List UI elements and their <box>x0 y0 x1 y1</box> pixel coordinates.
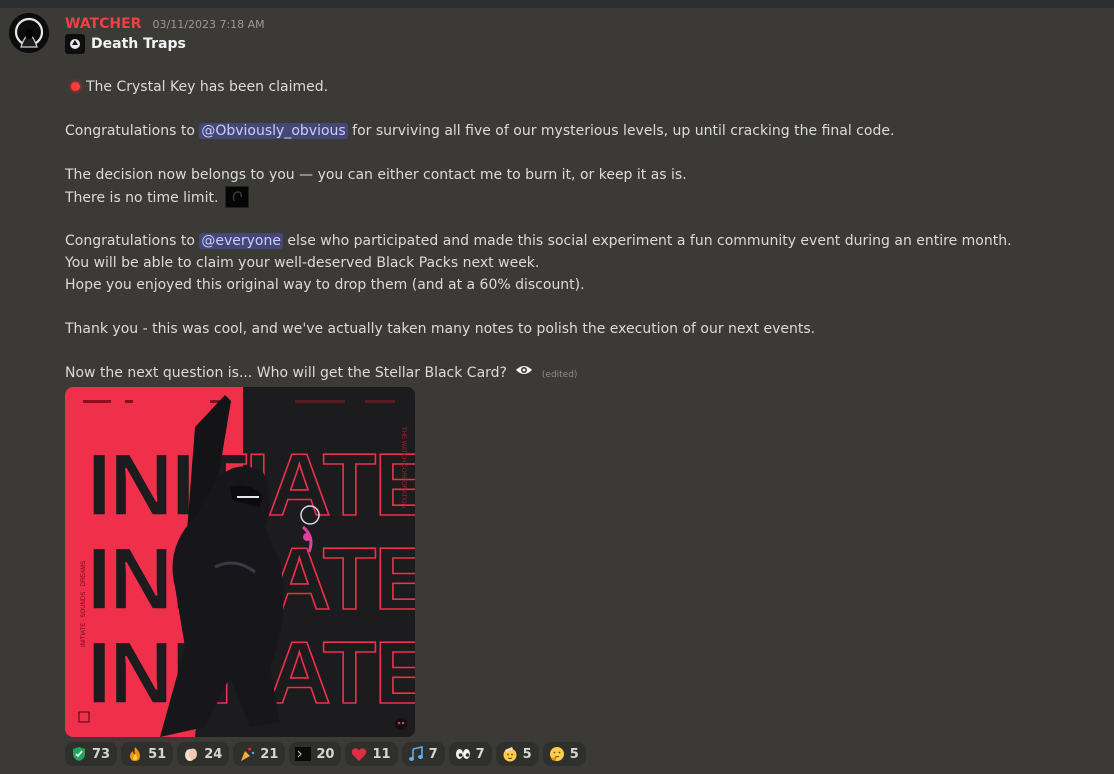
reaction-count: 51 <box>148 746 167 762</box>
attached-image[interactable]: INITIATE INITIATE INITIATE INITIATE INIT… <box>65 387 415 737</box>
user-mention[interactable]: @Obviously_obvious <box>199 123 348 139</box>
channel-emblem-icon <box>65 34 85 54</box>
line-thank-you: Thank you - this was cool, and we've act… <box>65 321 816 337</box>
line-text: The Crystal Key has been claimed. <box>86 79 329 95</box>
eye-icon[interactable] <box>515 362 533 382</box>
reaction-shield[interactable]: 73 <box>65 742 118 766</box>
reaction-count: 5 <box>522 746 532 762</box>
line-hope-enjoyed: Hope you enjoyed this original way to dr… <box>65 277 585 293</box>
red-circle-icon <box>71 81 80 91</box>
reaction-fire[interactable]: 51 <box>121 742 174 766</box>
reaction-count: 21 <box>260 746 279 762</box>
reaction-count: 11 <box>372 746 391 762</box>
everyone-mention[interactable]: @everyone <box>199 233 283 249</box>
reaction-count: 73 <box>92 746 111 762</box>
line-text: else who participated and made this soci… <box>282 233 1012 249</box>
line-congrats-winner: Congratulations to @Obviously_obvious fo… <box>65 121 894 141</box>
line-text: Congratulations to <box>65 123 200 139</box>
thinking-icon <box>549 746 565 762</box>
heart-icon <box>351 746 367 762</box>
music-notes-icon <box>408 746 424 762</box>
line-text: There is no time limit. <box>65 190 219 206</box>
reaction-party[interactable]: 21 <box>233 742 286 766</box>
reaction-count: 7 <box>475 746 485 762</box>
reaction-count: 5 <box>569 746 579 762</box>
terminal-icon <box>295 746 312 762</box>
clap-icon <box>183 746 199 762</box>
line-crystal-key: The Crystal Key has been claimed. <box>65 77 328 97</box>
line-black-packs: You will be able to claim your well-dese… <box>65 255 540 271</box>
reaction-music[interactable]: 7 <box>401 742 445 766</box>
line-text: Congratulations to <box>65 233 200 249</box>
line-decision: The decision now belongs to you — you ca… <box>65 167 687 183</box>
author-name[interactable]: WATCHER <box>65 16 141 32</box>
reaction-count: 20 <box>316 746 335 762</box>
reaction-thinking[interactable]: 5 <box>542 742 586 766</box>
eyes-icon <box>455 746 471 762</box>
poster-side-text-right: THE WATCH CORPORATION <box>400 427 406 508</box>
salute-icon <box>502 746 518 762</box>
reaction-terminal[interactable]: 20 <box>289 742 342 766</box>
line-no-time-limit: There is no time limit. <box>65 186 249 209</box>
line-text: Now the next question is... Who will get… <box>65 365 507 381</box>
reactions-bar: 73 51 24 21 20 11 7 7 5 5 <box>65 742 586 766</box>
message-timestamp[interactable]: 03/11/2023 7:18 AM <box>153 18 265 31</box>
reaction-count: 7 <box>428 746 438 762</box>
reaction-count: 24 <box>204 746 223 762</box>
fire-icon <box>127 746 143 762</box>
initiate-poster: INITIATE INITIATE INITIATE INITIATE INIT… <box>65 387 415 737</box>
party-popper-icon <box>239 746 255 762</box>
avatar[interactable] <box>9 13 49 53</box>
reaction-eyes[interactable]: 7 <box>448 742 492 766</box>
reaction-salute[interactable]: 5 <box>495 742 539 766</box>
reaction-heart[interactable]: 11 <box>345 742 398 766</box>
dark-emoji-icon[interactable] <box>224 186 249 208</box>
line-text: for surviving all five of our mysterious… <box>347 123 895 139</box>
poster-side-text-left: INITIATE · SOUNDS · DREAMS <box>81 561 87 647</box>
top-bar <box>0 0 1114 8</box>
subtitle-text: Death Traps <box>91 36 186 52</box>
hooded-figure-icon <box>9 13 49 53</box>
reaction-clap[interactable]: 24 <box>177 742 230 766</box>
message-subtitle: Death Traps <box>65 34 186 54</box>
green-shield-icon <box>71 746 87 762</box>
edited-label: (edited) <box>541 370 578 380</box>
line-next-question: Now the next question is... Who will get… <box>65 363 577 385</box>
message-header: WATCHER 03/11/2023 7:18 AM <box>65 13 265 32</box>
line-congrats-everyone: Congratulations to @everyone else who pa… <box>65 231 1012 251</box>
